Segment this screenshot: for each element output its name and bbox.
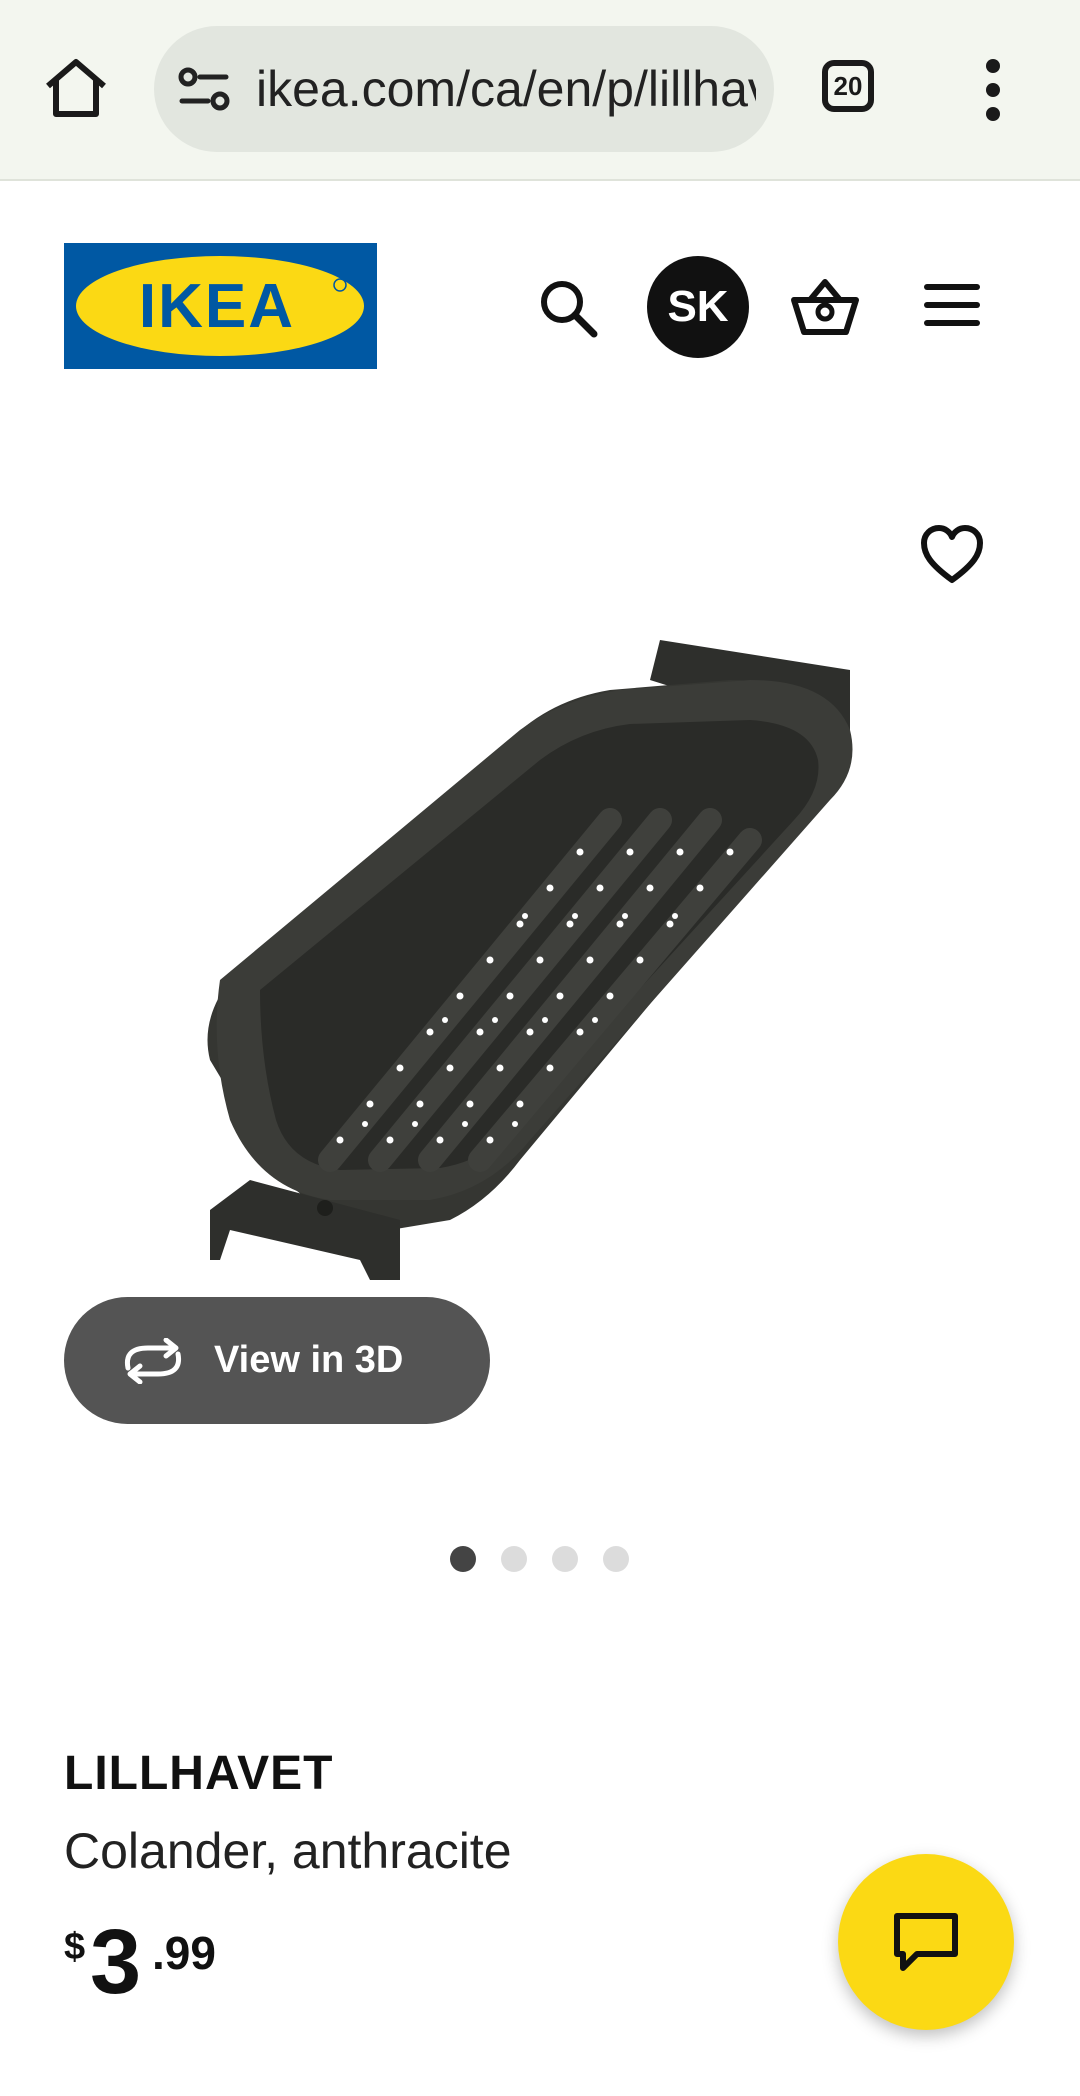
url-text[interactable]: ikea.com/ca/en/p/lillhavet-colander-anth… [256, 26, 756, 152]
chat-icon [894, 1913, 958, 1971]
svg-text:IKEA: IKEA [139, 272, 295, 341]
basket-icon[interactable] [790, 276, 860, 338]
more-vert-icon[interactable] [980, 56, 1006, 124]
price-decimal: .99 [152, 1927, 216, 1979]
heart-icon[interactable] [920, 524, 984, 586]
account-avatar[interactable]: SK [647, 256, 749, 358]
tune-icon[interactable] [178, 65, 230, 113]
hamburger-icon[interactable] [924, 282, 980, 328]
chat-button[interactable] [838, 1854, 1014, 2030]
url-bar[interactable]: ikea.com/ca/en/p/lillhavet-colander-anth… [154, 26, 774, 152]
gallery-dot-1[interactable] [450, 1546, 476, 1572]
gallery-dot-2[interactable] [501, 1546, 527, 1572]
view-in-3d-button[interactable]: View in 3D [64, 1297, 490, 1424]
browser-toolbar: ikea.com/ca/en/p/lillhavet-colander-anth… [0, 0, 1080, 181]
product-image-colander[interactable] [190, 620, 890, 1360]
home-icon[interactable] [40, 52, 112, 124]
search-icon[interactable] [536, 276, 600, 340]
gallery-dot-3[interactable] [552, 1546, 578, 1572]
product-name: LILLHAVET [64, 1747, 334, 1800]
ikea-logo[interactable]: IKEA [64, 243, 377, 369]
gallery-dot-4[interactable] [603, 1546, 629, 1572]
price-integer: 3 [90, 1911, 142, 2013]
gallery-pagination [450, 1546, 629, 1572]
price-currency: $ [64, 1926, 86, 1968]
view-in-3d-label: View in 3D [214, 1339, 404, 1381]
product-description: Colander, anthracite [64, 1823, 512, 1879]
tab-switcher-button[interactable]: 20 [822, 60, 874, 112]
rotate-3d-icon [124, 1337, 182, 1384]
